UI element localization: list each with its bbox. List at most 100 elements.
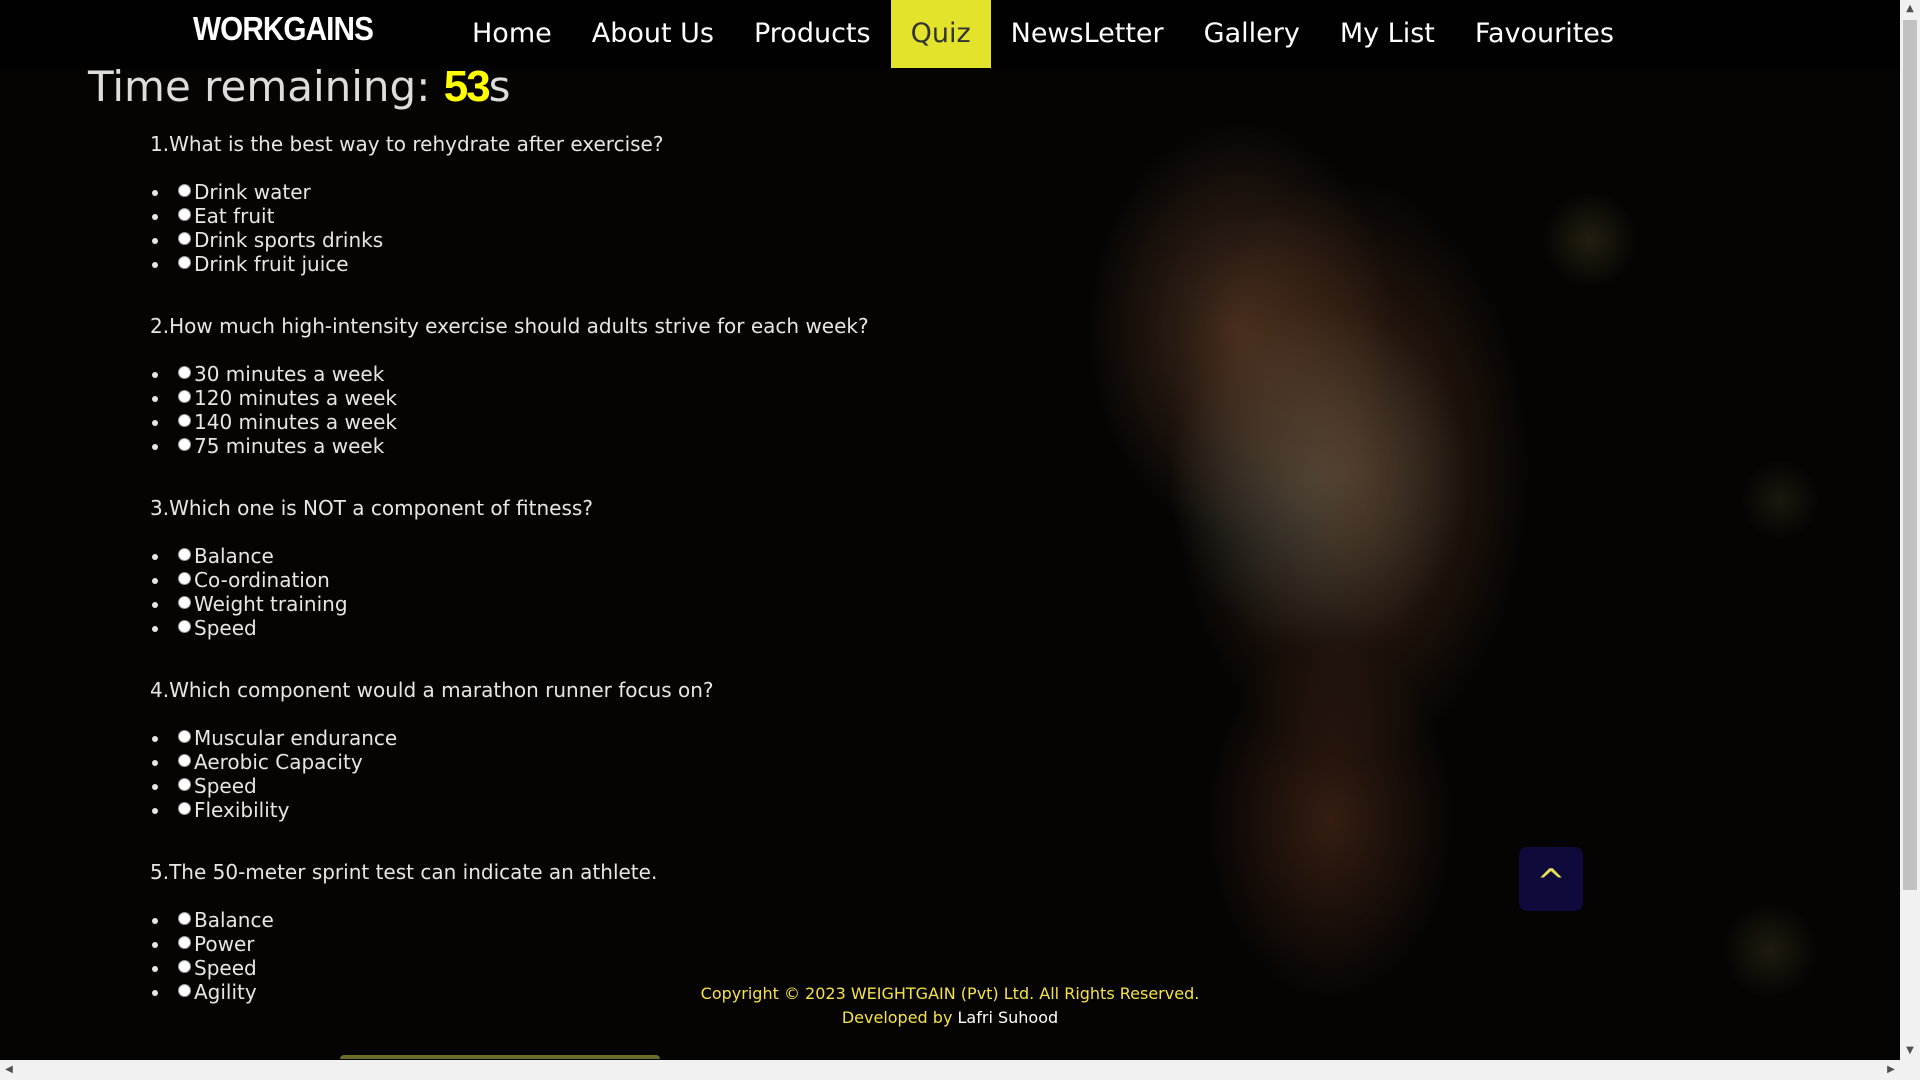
- radio-button[interactable]: [178, 414, 191, 427]
- option: Eat fruit: [150, 204, 1050, 228]
- option-label: 30 minutes a week: [194, 362, 385, 386]
- radio-button[interactable]: [178, 730, 191, 743]
- scroll-up-arrow-icon[interactable]: ▲: [1900, 0, 1920, 18]
- option: Aerobic Capacity: [150, 750, 1050, 774]
- timer: Time remaining: 53s: [88, 62, 511, 112]
- radio-button[interactable]: [178, 208, 191, 221]
- quiz-form: 1.What is the best way to rehydrate afte…: [150, 132, 1050, 1042]
- nav-item-gallery[interactable]: Gallery: [1184, 0, 1320, 68]
- option-label: Flexibility: [194, 798, 290, 822]
- vertical-scrollbar[interactable]: ▲ ▼: [1900, 0, 1920, 1060]
- option-label: Aerobic Capacity: [194, 750, 363, 774]
- option-label: Muscular endurance: [194, 726, 398, 750]
- scrollbar-thumb[interactable]: [1903, 20, 1917, 890]
- option: Balance: [150, 908, 1050, 932]
- option-label: Drink sports drinks: [194, 228, 384, 252]
- options-list: Muscular endurance Aerobic Capacity Spee…: [150, 726, 1050, 822]
- radio-button[interactable]: [178, 390, 191, 403]
- scroll-left-arrow-icon[interactable]: ◀: [0, 1060, 18, 1080]
- option: Balance: [150, 544, 1050, 568]
- question: 2.How much high-intensity exercise shoul…: [150, 314, 1050, 458]
- timer-label: Time remaining:: [88, 62, 444, 111]
- chevron-up-icon: ^: [1536, 862, 1566, 902]
- scroll-right-arrow-icon[interactable]: ▶: [1882, 1060, 1900, 1080]
- radio-button[interactable]: [178, 548, 191, 561]
- option: Flexibility: [150, 798, 1050, 822]
- scroll-down-arrow-icon[interactable]: ▼: [1900, 1042, 1920, 1060]
- back-to-top-button[interactable]: ^: [1519, 847, 1583, 911]
- navbar: WORKGAINS Home About Us Products Quiz Ne…: [0, 0, 1900, 68]
- question: 1.What is the best way to rehydrate afte…: [150, 132, 1050, 276]
- radio-button[interactable]: [178, 912, 191, 925]
- radio-button[interactable]: [178, 438, 191, 451]
- question-text: 4.Which component would a marathon runne…: [150, 678, 714, 702]
- question: 3.Which one is NOT a component of fitnes…: [150, 496, 1050, 640]
- option: Speed: [150, 956, 1050, 980]
- footer: Copyright © 2023 WEIGHTGAIN (Pvt) Ltd. A…: [0, 982, 1900, 1030]
- radio-button[interactable]: [178, 572, 191, 585]
- radio-button[interactable]: [178, 936, 191, 949]
- radio-button[interactable]: [178, 366, 191, 379]
- submit-button[interactable]: [340, 1055, 660, 1059]
- copyright-text: Copyright © 2023 WEIGHTGAIN (Pvt) Ltd. A…: [700, 984, 1200, 1003]
- question-text: 3.Which one is NOT a component of fitnes…: [150, 496, 593, 520]
- horizontal-scrollbar[interactable]: ◀ ▶: [0, 1060, 1920, 1080]
- nav-links: Home About Us Products Quiz NewsLetter G…: [452, 0, 1634, 68]
- nav-item-products[interactable]: Products: [734, 0, 891, 68]
- timer-seconds: 53: [443, 62, 491, 111]
- nav-item-quiz[interactable]: Quiz: [890, 0, 991, 68]
- option-label: Drink water: [194, 180, 311, 204]
- option: Drink water: [150, 180, 1050, 204]
- option: Muscular endurance: [150, 726, 1050, 750]
- developer-name: Lafri Suhood: [957, 1008, 1059, 1027]
- option-label: Speed: [194, 956, 257, 980]
- radio-button[interactable]: [178, 802, 191, 815]
- option-label: Weight training: [194, 592, 348, 616]
- radio-button[interactable]: [178, 232, 191, 245]
- options-list: Drink water Eat fruit Drink sports drink…: [150, 180, 1050, 276]
- option-label: Power: [194, 932, 255, 956]
- logo[interactable]: WORKGAINS: [193, 10, 374, 48]
- question-text: 2.How much high-intensity exercise shoul…: [150, 314, 869, 338]
- options-list: Balance Co-ordination Weight training Sp…: [150, 544, 1050, 640]
- nav-item-newsletter[interactable]: NewsLetter: [991, 0, 1184, 68]
- option: Drink sports drinks: [150, 228, 1050, 252]
- option-label: Drink fruit juice: [194, 252, 349, 276]
- option: 75 minutes a week: [150, 434, 1050, 458]
- option-label: Balance: [194, 908, 274, 932]
- option: 120 minutes a week: [150, 386, 1050, 410]
- developed-by-label: Developed by: [841, 1008, 958, 1027]
- option: Weight training: [150, 592, 1050, 616]
- radio-button[interactable]: [178, 960, 191, 973]
- option-label: Co-ordination: [194, 568, 330, 592]
- nav-item-about-us[interactable]: About Us: [572, 0, 734, 68]
- nav-item-favourites[interactable]: Favourites: [1455, 0, 1634, 68]
- option-label: 140 minutes a week: [194, 410, 398, 434]
- radio-button[interactable]: [178, 778, 191, 791]
- radio-button[interactable]: [178, 620, 191, 633]
- option: Speed: [150, 616, 1050, 640]
- nav-item-my-list[interactable]: My List: [1320, 0, 1455, 68]
- nav-item-home[interactable]: Home: [452, 0, 572, 68]
- developer-credit: Developed by Lafri Suhood: [0, 1006, 1900, 1030]
- timer-unit: s: [488, 62, 511, 111]
- option-label: Speed: [194, 616, 257, 640]
- radio-button[interactable]: [178, 256, 191, 269]
- option-label: Eat fruit: [194, 204, 275, 228]
- question-text: 5.The 50-meter sprint test can indicate …: [150, 860, 658, 884]
- question-text: 1.What is the best way to rehydrate afte…: [150, 132, 664, 156]
- radio-button[interactable]: [178, 596, 191, 609]
- option-label: 120 minutes a week: [194, 386, 398, 410]
- option: 30 minutes a week: [150, 362, 1050, 386]
- question: 4.Which component would a marathon runne…: [150, 678, 1050, 822]
- option: Drink fruit juice: [150, 252, 1050, 276]
- option-label: 75 minutes a week: [194, 434, 385, 458]
- option: Co-ordination: [150, 568, 1050, 592]
- option-label: Speed: [194, 774, 257, 798]
- radio-button[interactable]: [178, 184, 191, 197]
- option: Power: [150, 932, 1050, 956]
- option: 140 minutes a week: [150, 410, 1050, 434]
- option: Speed: [150, 774, 1050, 798]
- radio-button[interactable]: [178, 754, 191, 767]
- options-list: 30 minutes a week 120 minutes a week 140…: [150, 362, 1050, 458]
